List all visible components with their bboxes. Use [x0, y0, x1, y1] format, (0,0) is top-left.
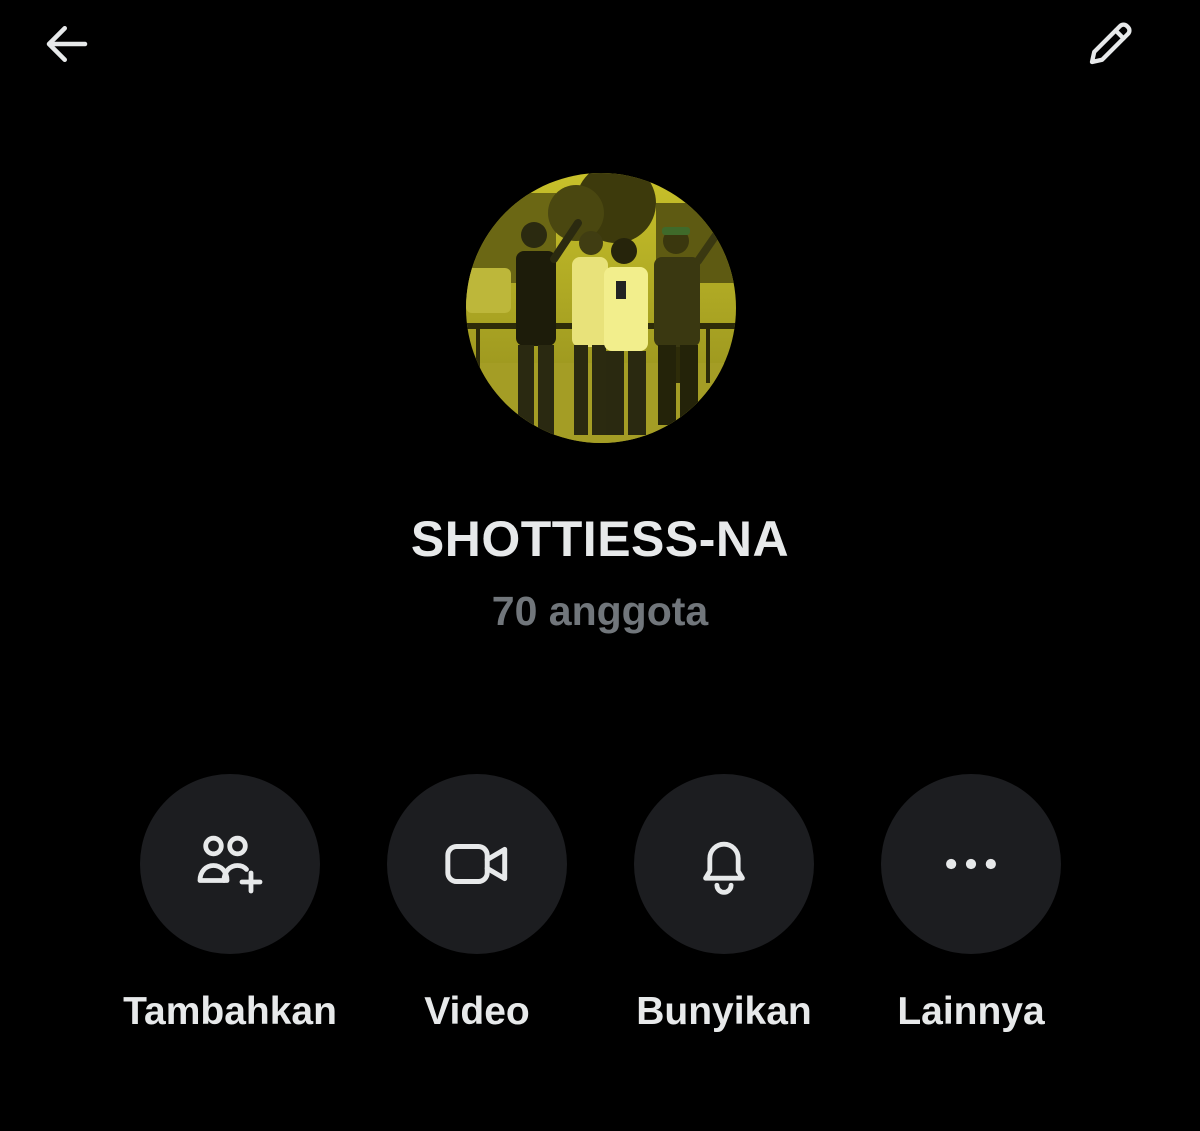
ring-label: Bunyikan	[636, 990, 812, 1033]
video-label: Video	[424, 990, 530, 1033]
add-people-icon	[197, 835, 263, 894]
ring-action[interactable]: Bunyikan	[599, 774, 849, 1034]
video-camera-icon	[445, 844, 508, 884]
add-member-label: Tambahkan	[123, 990, 337, 1033]
more-action[interactable]: Lainnya	[846, 774, 1096, 1034]
pencil-icon	[1089, 22, 1132, 65]
member-count[interactable]: 70 anggota	[0, 588, 1200, 635]
ring-button[interactable]	[634, 774, 814, 954]
more-label: Lainnya	[897, 990, 1045, 1033]
back-button[interactable]	[35, 12, 99, 76]
group-name: SHOTTIESS-NA	[410, 511, 790, 567]
video-button[interactable]	[387, 774, 567, 954]
edit-button[interactable]	[1078, 12, 1142, 76]
bell-icon	[703, 841, 745, 895]
more-button[interactable]	[881, 774, 1061, 954]
add-member-action[interactable]: Tambahkan	[105, 774, 355, 1034]
add-member-button[interactable]	[140, 774, 320, 954]
group-photo	[466, 173, 736, 443]
arrow-left-icon	[46, 26, 88, 62]
video-action[interactable]: Video	[352, 774, 602, 1034]
group-avatar[interactable]	[466, 173, 736, 443]
more-dots-icon	[946, 858, 996, 870]
